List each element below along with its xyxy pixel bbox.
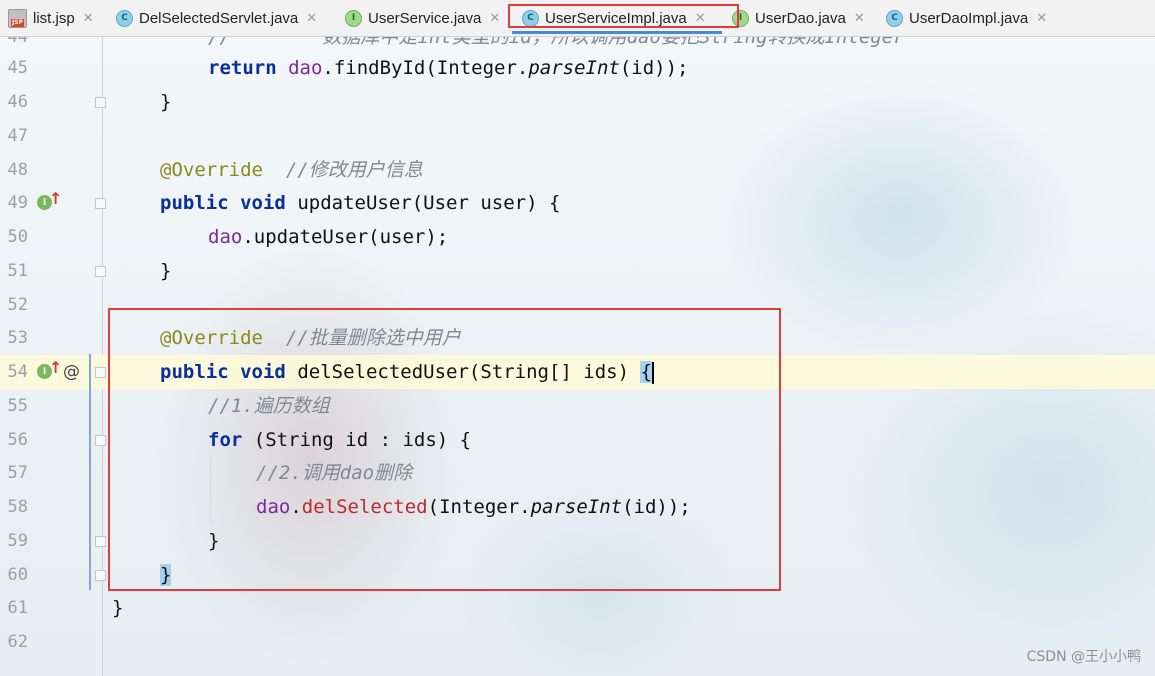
line-number: 50 — [7, 227, 28, 247]
code-text: } — [160, 91, 172, 113]
tab-userservice[interactable]: I UserService.java ✕ — [345, 0, 515, 36]
active-tab-indicator — [512, 31, 722, 34]
fold-marker[interactable] — [95, 198, 106, 209]
class-file-icon: C — [886, 9, 903, 27]
fold-marker[interactable] — [95, 266, 106, 277]
close-icon[interactable]: ✕ — [1036, 10, 1047, 26]
line-number: 54 — [7, 362, 28, 382]
tab-userdaoimpl[interactable]: C UserDaoImpl.java ✕ — [886, 0, 1056, 36]
line-number: 48 — [7, 160, 28, 180]
line-number: 59 — [7, 531, 28, 551]
tab-delselectedservlet[interactable]: C DelSelectedServlet.java ✕ — [116, 0, 330, 36]
code-text: return dao.findById(Integer.parseInt(id)… — [208, 51, 688, 85]
highlight-annotation-box — [108, 308, 781, 591]
fold-marker[interactable] — [95, 97, 106, 108]
line-number: 60 — [7, 565, 28, 585]
vcs-change-bar[interactable] — [89, 354, 91, 590]
editor-tab-bar: JSP list.jsp ✕ C DelSelectedServlet.java… — [0, 0, 1155, 37]
code-segment: .findById(Integer. — [322, 57, 529, 79]
code-segment: .updateUser(user); — [242, 226, 449, 248]
code-segment: updateUser(User user) { — [297, 192, 561, 214]
tab-label: UserDao.java — [755, 9, 846, 27]
at-sign-marker[interactable]: @ — [63, 355, 80, 389]
fold-marker[interactable] — [95, 570, 106, 581]
close-icon[interactable]: ✕ — [83, 10, 94, 26]
line-number: 49 — [7, 193, 28, 213]
code-line-48: 48 @Override //修改用户信息 — [0, 153, 1155, 187]
code-text: public void updateUser(User user) { — [160, 186, 560, 220]
code-line-49: 49 I ↑ public void updateUser(User user)… — [0, 186, 1155, 220]
code-comment: //修改用户信息 — [285, 159, 423, 181]
close-icon[interactable]: ✕ — [306, 10, 317, 26]
static-method: parseInt — [528, 57, 620, 79]
field-ref: dao — [208, 226, 243, 248]
keyword: public — [160, 192, 229, 214]
code-segment: (id)); — [619, 57, 689, 79]
tab-userdao[interactable]: I UserDao.java ✕ — [732, 0, 872, 36]
jsp-file-icon: JSP — [8, 8, 27, 28]
code-text: } — [160, 260, 172, 282]
line-number: 58 — [7, 497, 28, 517]
code-line-45: 45 return dao.findById(Integer.parseInt(… — [0, 51, 1155, 85]
line-number: 51 — [7, 261, 28, 281]
code-line-51: 51 } — [0, 254, 1155, 288]
active-tab-highlight-box — [508, 4, 739, 28]
fold-marker[interactable] — [95, 536, 106, 547]
line-number: 62 — [7, 632, 28, 652]
tab-list-jsp[interactable]: JSP list.jsp ✕ — [8, 0, 96, 36]
line-number: 55 — [7, 396, 28, 416]
code-line-61: 61 } — [0, 591, 1155, 625]
line-number: 52 — [7, 295, 28, 315]
tab-label: UserDaoImpl.java — [909, 9, 1029, 27]
code-line-47: 47 — [0, 119, 1155, 153]
tab-label: DelSelectedServlet.java — [139, 9, 299, 27]
watermark: CSDN @王小小鸭 — [1026, 649, 1141, 665]
line-number: 45 — [7, 58, 28, 78]
line-number: 47 — [7, 126, 28, 146]
tab-label: UserService.java — [368, 9, 482, 27]
code-text: @Override //修改用户信息 — [160, 153, 423, 187]
field-ref: dao — [288, 57, 323, 79]
tab-label: list.jsp — [33, 9, 75, 27]
code-text: dao.updateUser(user); — [208, 220, 448, 254]
line-number: 46 — [7, 92, 28, 112]
interface-file-icon: I — [345, 9, 362, 27]
line-number: 56 — [7, 430, 28, 450]
up-arrow-icon[interactable]: ↑ — [49, 189, 62, 208]
up-arrow-icon[interactable]: ↑ — [49, 358, 62, 377]
class-file-icon: C — [116, 9, 133, 27]
close-icon[interactable]: ✕ — [489, 10, 500, 26]
code-line-62: 62 — [0, 625, 1155, 659]
line-number: 61 — [7, 598, 28, 618]
line-number: 53 — [7, 328, 28, 348]
fold-marker[interactable] — [95, 435, 106, 446]
line-number: 57 — [7, 463, 28, 483]
close-icon[interactable]: ✕ — [854, 10, 865, 26]
keyword: return — [208, 57, 277, 79]
code-text: } — [112, 597, 124, 619]
keyword: void — [240, 192, 286, 214]
annotation: @Override — [160, 159, 263, 181]
fold-marker[interactable] — [95, 367, 106, 378]
code-line-46: 46 } — [0, 85, 1155, 119]
code-line-50: 50 dao.updateUser(user); — [0, 220, 1155, 254]
